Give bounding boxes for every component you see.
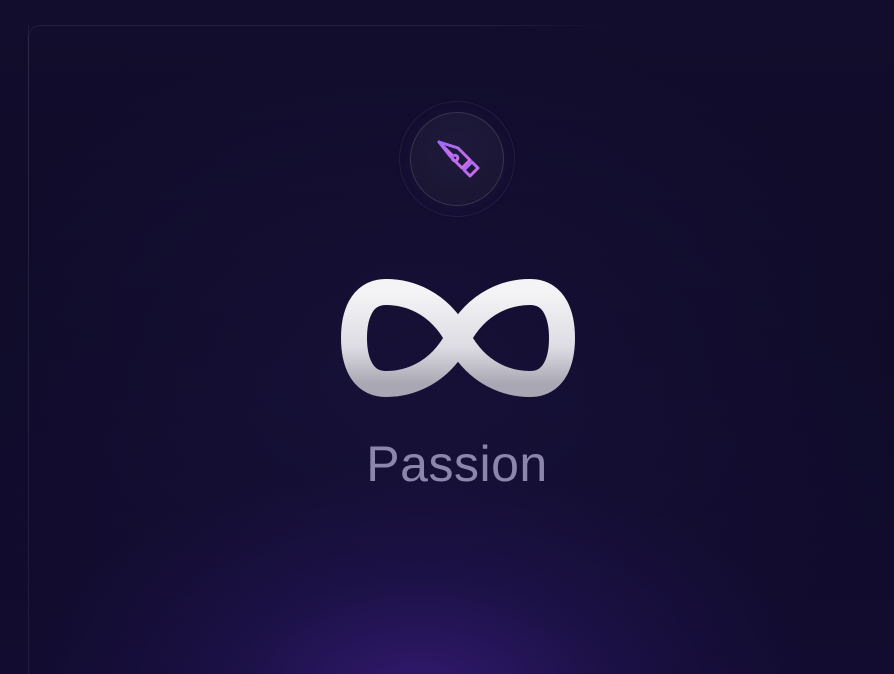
- card-border-fade: [28, 25, 35, 585]
- feature-caption: Passion: [366, 436, 548, 492]
- pen-tool-icon: [437, 140, 480, 178]
- infinity-icon: [341, 279, 575, 397]
